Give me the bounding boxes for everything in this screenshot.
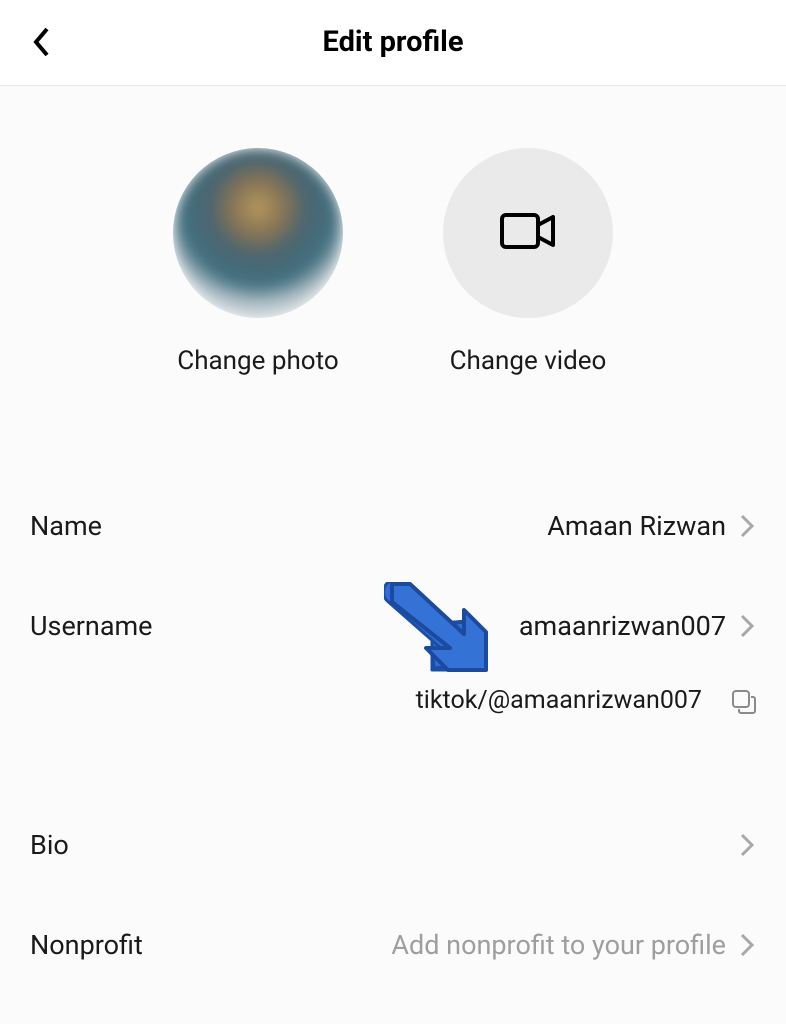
profile-url-row: tiktok/@amaanrizwan007 [30, 676, 756, 745]
username-value: amaanrizwan007 [519, 610, 726, 642]
change-photo-item[interactable]: Change photo [173, 148, 343, 376]
chevron-right-icon [740, 833, 756, 857]
change-video-item[interactable]: Change video [443, 148, 613, 376]
chevron-right-icon [740, 614, 756, 638]
bio-label: Bio [30, 829, 69, 861]
chevron-right-icon [740, 933, 756, 957]
change-video-label: Change video [450, 346, 607, 376]
profile-photo [173, 148, 343, 318]
nonprofit-label: Nonprofit [30, 929, 143, 961]
change-photo-label: Change photo [177, 346, 338, 376]
username-row[interactable]: Username amaanrizwan007 [30, 576, 756, 676]
profile-video-placeholder [443, 148, 613, 318]
back-icon[interactable] [28, 28, 56, 56]
username-label: Username [30, 610, 153, 642]
video-camera-icon [499, 209, 557, 257]
page-title: Edit profile [323, 25, 464, 59]
chevron-right-icon [740, 514, 756, 538]
name-value: Amaan Rizwan [547, 510, 726, 542]
name-label: Name [30, 510, 102, 542]
profile-url-value: tiktok/@amaanrizwan007 [416, 686, 702, 715]
bio-row[interactable]: Bio [30, 795, 756, 895]
profile-fields: Name Amaan Rizwan Username amaanrizwan00… [0, 416, 786, 995]
copy-icon[interactable] [730, 688, 756, 714]
header: Edit profile [0, 0, 786, 86]
nonprofit-placeholder: Add nonprofit to your profile [391, 929, 726, 961]
avatar-section: Change photo Change video [0, 86, 786, 416]
nonprofit-row[interactable]: Nonprofit Add nonprofit to your profile [30, 895, 756, 995]
name-row[interactable]: Name Amaan Rizwan [30, 476, 756, 576]
